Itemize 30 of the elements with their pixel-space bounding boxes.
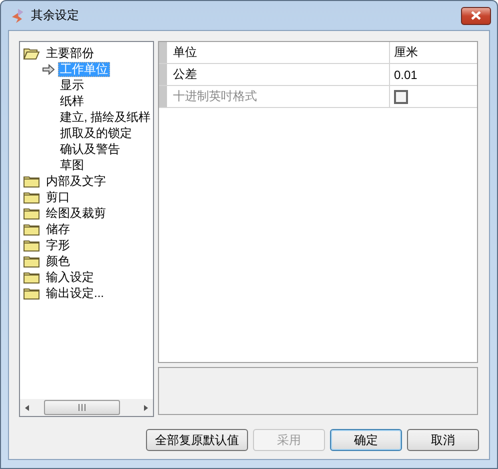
property-name: 十进制英吋格式 (167, 86, 390, 107)
tree-item[interactable]: 颜色 (44, 254, 72, 268)
tree-item[interactable]: 字形 (44, 238, 72, 252)
window-title: 其余设定 (31, 7, 80, 24)
tree-item[interactable]: 确认及警告 (58, 142, 122, 156)
property-value[interactable]: 厘米 (394, 44, 418, 61)
tree-item[interactable]: 输入设定 (44, 270, 96, 284)
tree-item[interactable]: 建立, 描绘及纸样 (58, 110, 153, 124)
tree-item[interactable]: 内部及文字 (44, 174, 108, 188)
tree-item[interactable]: 输出设定... (44, 286, 106, 300)
close-button[interactable] (461, 6, 491, 24)
tree-item[interactable]: 主要部份 (44, 46, 96, 60)
horizontal-scrollbar[interactable] (20, 399, 153, 416)
property-name: 公差 (167, 64, 390, 85)
tree-item[interactable]: 绘图及裁剪 (44, 206, 108, 220)
tree-item[interactable]: 显示 (58, 78, 86, 92)
dialog-button[interactable]: 取消 (407, 429, 479, 451)
scroll-thumb[interactable] (44, 400, 120, 415)
tree-item[interactable]: 剪口 (44, 190, 72, 204)
arrow-icon (42, 64, 55, 74)
tree-item[interactable]: 纸样 (58, 94, 86, 108)
tree-item[interactable]: 储存 (44, 222, 72, 236)
property-name: 单位 (167, 42, 390, 63)
dialog-button[interactable]: 确定 (330, 429, 402, 451)
dialog-button[interactable]: 全部复原默认值 (146, 429, 248, 451)
tree-item[interactable]: 抓取及的锁定 (58, 126, 134, 140)
grip-icon (78, 404, 86, 411)
tree-item[interactable]: 草图 (58, 158, 86, 172)
property-value[interactable]: 0.01 (394, 68, 418, 82)
close-icon (471, 11, 481, 20)
